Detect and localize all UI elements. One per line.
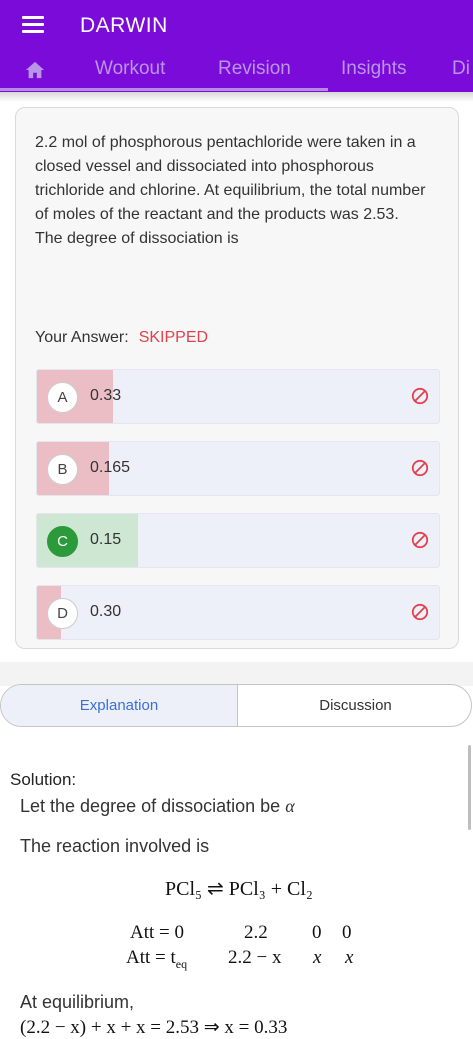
row1-value: 0 (312, 922, 322, 943)
option-letter: B (47, 454, 78, 485)
solution-text: Let the degree of dissociation be (20, 796, 281, 816)
option-letter: D (47, 598, 78, 629)
tab-discussion[interactable]: Discussion (238, 685, 471, 726)
solution-line: At equilibrium, (20, 992, 135, 1012)
row2-value: 2.2 − x (228, 947, 282, 968)
hamburger-menu-icon[interactable] (22, 16, 44, 34)
row2-label-text: Att = t (126, 947, 176, 968)
explanation-discussion-toggle: Explanation Discussion (0, 684, 472, 727)
option-value: 0.33 (90, 387, 122, 404)
answer-status: SKIPPED (138, 329, 209, 346)
option-value: 0.165 (90, 459, 131, 476)
tab-indicator (0, 88, 328, 91)
row2-value: x (345, 947, 354, 968)
scrollbar[interactable] (468, 745, 471, 830)
solution-label: Solution: (10, 770, 77, 789)
your-answer-label: Your Answer: (35, 329, 129, 346)
row1-value: 0 (342, 922, 352, 943)
solution-line: The reaction involved is (20, 836, 210, 856)
row2-subscript: eq (175, 956, 188, 971)
reaction-equation: PCl₅ ⇌ PCl₃ + Cl₂ (165, 878, 313, 900)
tab-explanation[interactable]: Explanation (1, 685, 238, 726)
option-letter: A (47, 382, 78, 413)
ban-icon (411, 387, 429, 405)
row1-label: Att = 0 (130, 922, 184, 943)
app-title: DARWIN (80, 14, 168, 37)
option-a[interactable]: A 0.33 (36, 369, 440, 424)
tab-di[interactable]: Di (452, 58, 470, 80)
question-text: 2.2 mol of phosphorous pentachloride wer… (35, 134, 426, 247)
ban-icon (411, 531, 429, 549)
option-d[interactable]: D 0.30 (36, 585, 440, 640)
tab-revision[interactable]: Revision (218, 58, 291, 80)
solution-line: Let the degree of dissociation be α (20, 796, 295, 817)
appbar-shadow (0, 92, 473, 102)
row1-value: 2.2 (244, 922, 268, 943)
section-divider (0, 662, 473, 686)
app-bar: DARWIN Workout Revision Insights Di (0, 0, 473, 92)
row2-label: Att = teq (126, 947, 187, 972)
tab-workout[interactable]: Workout (95, 58, 165, 80)
question-card: 2.2 mol of phosphorous pentachloride wer… (15, 107, 459, 649)
option-value: 0.30 (90, 603, 122, 620)
row2-value: x (313, 947, 322, 968)
option-b[interactable]: B 0.165 (36, 441, 440, 496)
equilibrium-equation: (2.2 − x) + x + x = 2.53 ⇒ x = 0.33 (20, 1017, 288, 1038)
ban-icon (411, 603, 429, 621)
home-icon[interactable] (24, 60, 46, 80)
ban-icon (411, 459, 429, 477)
top-tabs: Workout Revision Insights Di (0, 52, 473, 92)
option-value: 0.15 (90, 531, 122, 548)
your-answer: Your Answer: SKIPPED (35, 329, 208, 347)
option-c[interactable]: C 0.15 (36, 513, 440, 568)
tab-insights[interactable]: Insights (341, 58, 406, 80)
alpha-symbol: α (285, 796, 295, 816)
option-letter: C (47, 526, 78, 557)
